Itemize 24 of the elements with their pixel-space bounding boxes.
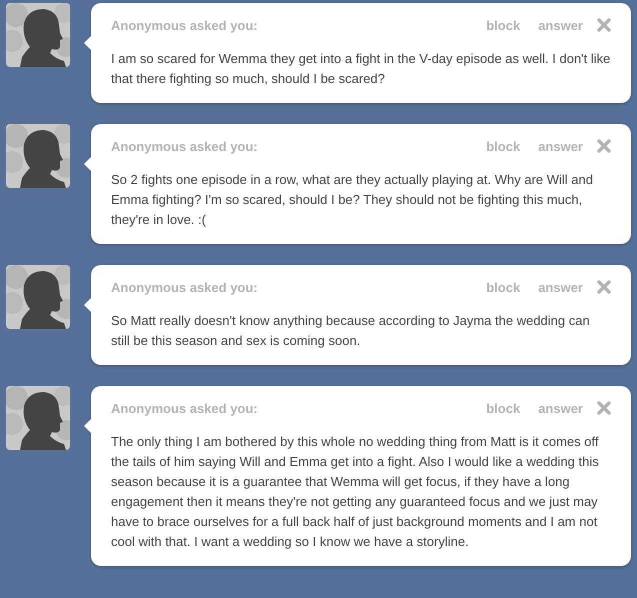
action-link[interactable]: block — [486, 138, 520, 154]
action-link[interactable]: block — [486, 18, 520, 32]
close-icon[interactable] — [597, 280, 611, 294]
close-icon[interactable] — [597, 139, 611, 153]
asker-label: Anonymous asked you: — [111, 400, 258, 416]
action-link[interactable]: answer — [538, 280, 583, 294]
asker-label: Anonymous asked you: — [111, 138, 258, 154]
action-link[interactable]: answer — [538, 138, 583, 154]
question-text: I am so scared for Wemma they get into a fight in the V-day episode as well. I don't like that there fighting so much, should I be scared? — [111, 50, 611, 88]
question-text: So Matt really doesn't know anything because according to Jayma the wedding can still be this season and sex is coming soon. — [111, 312, 591, 350]
action-link[interactable]: answer — [538, 18, 583, 32]
asker-label: Anonymous asked you: — [111, 18, 258, 32]
avatar-icon — [6, 386, 70, 450]
close-icon[interactable] — [597, 18, 611, 32]
action-link[interactable]: block — [486, 400, 520, 416]
avatar-icon — [6, 124, 70, 188]
close-icon[interactable] — [597, 401, 611, 415]
question-text: So 2 fights one episode in a row, what are they actually playing at. Why are Will and Emma fighting? I'm so scared, should I be? They should not be fighting this much, they're in love. :( — [111, 171, 594, 229]
avatar-icon — [6, 265, 70, 329]
question-text: The only thing I am bothered by this whole no wedding thing from Matt is it comes off the tails of him saying Will and Emma get into a fight. Also I would like a wedding this season because it is a guarantee that Wemma will get focus, if they have a long engagement then it means they're not getting any guaranteed focus and we just may have to brace ourselves for a full back half of just background moments and I am not cool with that. I want a wedding so I know we have a storyline. — [111, 433, 600, 551]
action-link[interactable]: answer — [538, 400, 583, 416]
avatar-icon — [6, 3, 70, 67]
action-link[interactable]: block — [486, 280, 520, 294]
asker-label: Anonymous asked you: — [111, 280, 258, 294]
